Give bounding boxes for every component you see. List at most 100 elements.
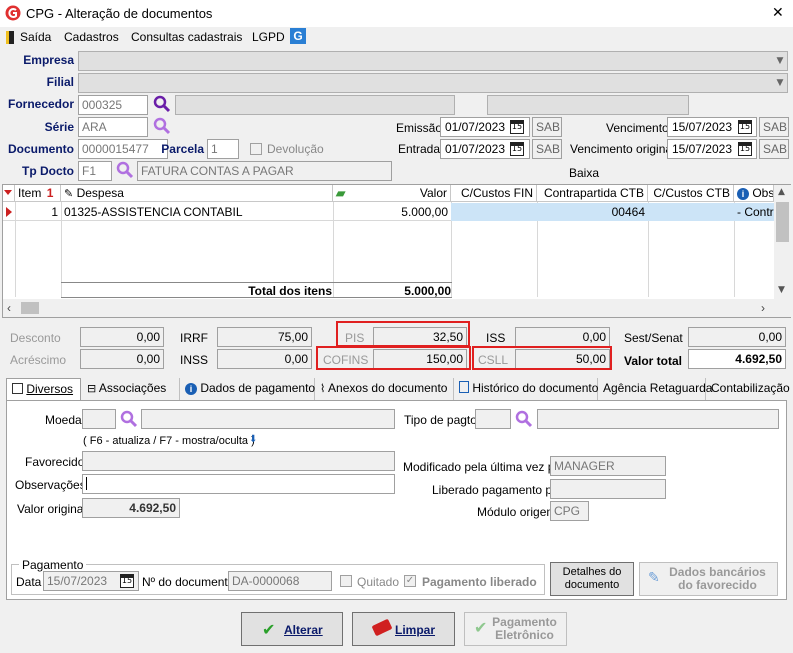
total-value: 5.000,00 xyxy=(404,284,451,298)
exit-icon xyxy=(6,31,14,44)
pagamento-group-label: Pagamento xyxy=(19,558,87,572)
table-row[interactable]: 1 01325-ASSISTENCIA CONTABIL 5.000,00 00… xyxy=(3,203,774,221)
tab-agencia[interactable]: Agência Retaguarda xyxy=(598,378,712,400)
pagamento-liberado-label: Pagamento liberado xyxy=(422,575,537,589)
limpar-button[interactable]: Limpar xyxy=(352,612,455,646)
info-icon: i xyxy=(737,188,749,200)
tpdocto-desc-input: FATURA CONTAS A PAGAR xyxy=(137,161,392,181)
form-icon xyxy=(12,383,23,394)
favorecido-label: Favorecido xyxy=(25,455,85,469)
vencimento-label: Vencimento xyxy=(606,121,669,135)
detalhes-documento-button[interactable]: Detalhes do documento xyxy=(550,562,634,596)
moeda-desc-input xyxy=(141,409,395,429)
valor-original-label: Valor original xyxy=(17,502,87,516)
devolucao-label: Devolução xyxy=(267,142,324,156)
lgpd-icon[interactable]: G xyxy=(290,28,306,44)
paperclip-icon: ⌇ xyxy=(320,382,326,395)
menu-saida[interactable]: Saída xyxy=(20,30,51,44)
scroll-right-icon[interactable]: › xyxy=(761,301,765,315)
menu-consultas[interactable]: Consultas cadastrais xyxy=(131,30,242,44)
vencimento-day: SAB xyxy=(759,117,789,137)
highlight-csll xyxy=(472,346,612,370)
acrescimo-label: Acréscimo xyxy=(10,353,67,367)
calendar-icon[interactable]: 15 xyxy=(738,120,752,134)
devolucao-checkbox[interactable] xyxy=(250,143,262,155)
col-obs[interactable]: i Obs xyxy=(734,185,774,202)
pin-icon: ⬇ xyxy=(249,434,258,445)
emissao-day: SAB xyxy=(532,117,562,137)
tab-contabilizacao[interactable]: Contabilização xyxy=(706,378,790,400)
scroll-thumb[interactable] xyxy=(776,202,789,242)
col-valor[interactable]: ▰ Valor xyxy=(333,185,451,202)
valortotal-label: Valor total xyxy=(624,354,683,368)
tab-dados-pagamento[interactable]: i Dados de pagamento xyxy=(180,378,315,400)
highlight-pis xyxy=(336,321,470,347)
tab-historico[interactable]: Histórico do documento xyxy=(454,378,598,400)
col-ccustos-ctb[interactable]: C/Custos CTB xyxy=(648,185,734,202)
search-icon[interactable] xyxy=(515,410,533,428)
tab-diversos[interactable]: Diversos xyxy=(6,378,81,402)
moeda-input[interactable] xyxy=(82,409,116,429)
documento-label: Documento xyxy=(8,142,74,156)
search-icon[interactable] xyxy=(120,410,138,428)
col-item[interactable]: Item 1 xyxy=(15,185,61,202)
tipo-pagto-label: Tipo de pagto xyxy=(404,413,477,427)
iss-input: 0,00 xyxy=(515,327,610,347)
calendar-icon[interactable]: 15 xyxy=(510,142,524,156)
col-ccustos-fin[interactable]: C/Custos FIN xyxy=(451,185,537,202)
scroll-up-icon[interactable]: ▲ xyxy=(778,187,785,197)
emissao-label: Emissão xyxy=(396,121,443,135)
favorecido-input[interactable] xyxy=(82,451,395,471)
sestsenat-label: Sest/Senat xyxy=(624,331,683,345)
eraser-icon xyxy=(371,618,393,637)
filial-select[interactable] xyxy=(78,73,788,93)
serie-input[interactable]: ARA xyxy=(78,117,148,137)
menu-lgpd[interactable]: LGPD xyxy=(252,30,285,44)
items-grid[interactable]: Item 1 ✎ Despesa ▰ Valor C/Custos FIN Co… xyxy=(2,184,791,318)
documento-input[interactable]: 0000015477 xyxy=(78,139,168,159)
irrf-input: 75,00 xyxy=(217,327,312,347)
pagamento-liberado-checkbox[interactable]: ✓ xyxy=(404,575,416,587)
fornecedor-code-input[interactable]: 000325 xyxy=(78,95,148,115)
grid-vertical-scrollbar[interactable]: ▲ ▼ xyxy=(774,185,791,299)
cell-item: 1 xyxy=(51,205,58,219)
dados-bancarios-button[interactable]: ✎ Dados bancários do favorecido xyxy=(639,562,778,596)
edit-icon: ✎ xyxy=(64,187,74,200)
alterar-button[interactable]: ✔ Alterar xyxy=(241,612,343,646)
chevron-down-icon[interactable]: ▼ xyxy=(772,52,788,70)
cell-despesa: 01325-ASSISTENCIA CONTABIL xyxy=(64,205,243,219)
search-icon[interactable] xyxy=(116,161,134,179)
col-contrapartida[interactable]: Contrapartida CTB xyxy=(537,185,648,202)
calendar-icon[interactable]: 15 xyxy=(510,120,524,134)
valor-original-input: 4.692,50 xyxy=(82,498,180,518)
menu-cadastros[interactable]: Cadastros xyxy=(64,30,119,44)
observacoes-label: Observações xyxy=(15,478,86,492)
entrada-label: Entrada xyxy=(398,142,441,156)
tpdocto-code-input[interactable]: F1 xyxy=(78,161,112,181)
calendar-icon[interactable]: 15 xyxy=(738,142,752,156)
cell-ccustos-ctb xyxy=(648,203,734,221)
chevron-down-icon[interactable]: ▼ xyxy=(772,74,788,92)
calendar-icon[interactable]: 15 xyxy=(120,574,134,588)
tab-associacoes[interactable]: ⊟ Associações xyxy=(82,378,180,400)
total-row: Total dos itens 5.000,00 xyxy=(61,282,452,298)
search-icon[interactable] xyxy=(153,117,171,135)
ndoc-input: DA-0000068 xyxy=(228,571,332,591)
scroll-thumb[interactable] xyxy=(21,302,39,314)
empresa-select[interactable] xyxy=(78,51,788,71)
scroll-left-icon[interactable]: ‹ xyxy=(7,301,11,315)
scroll-down-icon[interactable]: ▼ xyxy=(778,285,785,295)
tab-anexos[interactable]: ⌇ Anexos do documento xyxy=(315,378,454,400)
modificado-label: Modificado pela última vez por xyxy=(403,460,566,474)
valortotal-input: 4.692,50 xyxy=(688,349,786,369)
observacoes-input[interactable] xyxy=(82,474,395,494)
pagamento-eletronico-button[interactable]: ✔ Pagamento Eletrônico xyxy=(464,612,567,646)
search-icon[interactable] xyxy=(153,95,171,113)
close-icon[interactable]: ✕ xyxy=(772,5,784,21)
col-despesa[interactable]: ✎ Despesa xyxy=(61,185,333,202)
grid-horizontal-scrollbar[interactable]: ‹ › xyxy=(3,299,791,317)
tipo-pagto-input[interactable] xyxy=(475,409,511,429)
quitado-checkbox[interactable] xyxy=(340,575,352,587)
serie-label: Série xyxy=(44,120,74,134)
parcela-input[interactable]: 1 xyxy=(207,139,239,159)
